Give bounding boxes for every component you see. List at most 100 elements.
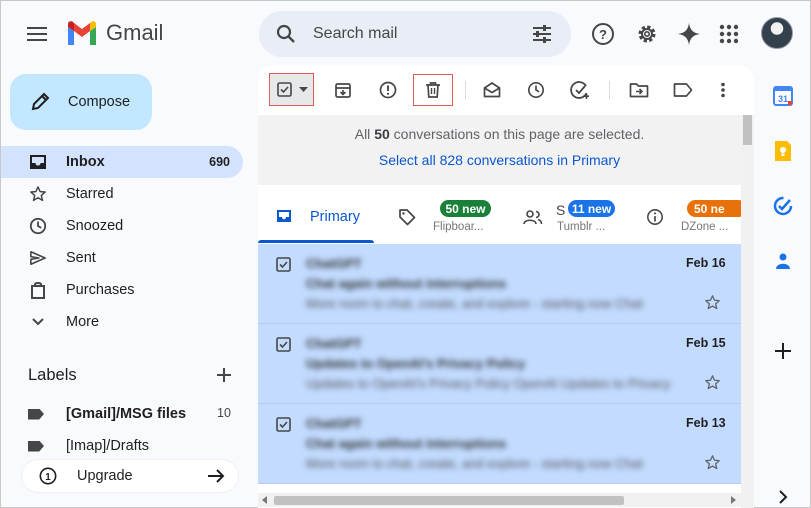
upgrade-label: Upgrade bbox=[77, 468, 133, 484]
star-outline-icon[interactable] bbox=[704, 454, 721, 471]
email-date: Feb 13 bbox=[686, 416, 726, 430]
sidebar-item-starred[interactable]: Starred bbox=[1, 178, 243, 210]
keep-notes-icon[interactable] bbox=[771, 139, 795, 163]
selection-banner: All 50 conversations on this page are se… bbox=[258, 115, 741, 185]
select-all-link[interactable]: Select all 828 conversations in Primary bbox=[258, 152, 741, 168]
compose-button[interactable]: Compose bbox=[10, 74, 152, 130]
email-subject: Chat again without interruptions bbox=[306, 276, 507, 291]
tab-label-partial: S bbox=[556, 202, 566, 218]
tab-preview-sender: Flipboar... bbox=[433, 221, 484, 233]
scroll-right-icon[interactable] bbox=[730, 496, 736, 504]
get-addons-plus-icon[interactable] bbox=[771, 339, 795, 363]
account-avatar[interactable] bbox=[761, 17, 793, 49]
scrollbar-thumb[interactable] bbox=[743, 115, 752, 145]
mail-list-panel: All 50 conversations on this page are se… bbox=[258, 65, 754, 508]
sidebar-item-inbox[interactable]: Inbox 690 bbox=[1, 146, 243, 178]
bag-icon bbox=[28, 281, 48, 299]
row-checkbox-checked-icon[interactable] bbox=[276, 257, 291, 272]
clock-icon bbox=[28, 217, 48, 235]
top-bar: Gmail Search mail ? bbox=[1, 1, 811, 65]
sidebar-item-label: Purchases bbox=[66, 282, 135, 298]
report-spam-icon[interactable] bbox=[375, 77, 401, 103]
apps-grid-icon[interactable] bbox=[716, 21, 742, 47]
sidebar-item-purchases[interactable]: Purchases bbox=[1, 274, 243, 306]
chevron-right-icon[interactable] bbox=[771, 485, 795, 508]
email-row[interactable]: ChatGPT Chat again without interruptions… bbox=[258, 404, 741, 484]
gmail-logo[interactable]: Gmail bbox=[66, 20, 163, 46]
new-count-badge: 50 ne bbox=[687, 200, 741, 217]
tab-promotions[interactable]: 50 new Flipboar... bbox=[388, 189, 498, 244]
label-item-msg-files[interactable]: [Gmail]/MSG files bbox=[28, 402, 186, 426]
send-icon bbox=[28, 250, 48, 266]
delete-button[interactable] bbox=[413, 74, 453, 106]
email-sender: ChatGPT bbox=[306, 256, 362, 271]
search-bar[interactable]: Search mail bbox=[259, 11, 571, 57]
email-sender: ChatGPT bbox=[306, 416, 362, 431]
snooze-clock-icon[interactable] bbox=[523, 77, 549, 103]
checkbox-checked-icon[interactable] bbox=[277, 82, 292, 97]
archive-icon[interactable] bbox=[330, 77, 356, 103]
star-icon bbox=[28, 185, 48, 203]
email-snippet: Updates to OpenAI's Privacy Policy OpenA… bbox=[306, 376, 671, 391]
vertical-scrollbar[interactable] bbox=[741, 115, 754, 508]
add-to-tasks-icon[interactable] bbox=[567, 77, 593, 103]
labels-heading: Labels bbox=[28, 366, 77, 384]
mark-as-read-icon[interactable] bbox=[479, 77, 505, 103]
label-tag-icon bbox=[28, 440, 44, 452]
star-outline-icon[interactable] bbox=[704, 294, 721, 311]
select-all-dropdown[interactable] bbox=[269, 73, 314, 106]
tab-social[interactable]: S 11 new Tumblr ... bbox=[520, 189, 630, 244]
move-to-folder-icon[interactable] bbox=[626, 77, 652, 103]
upgrade-button[interactable]: 1 Upgrade bbox=[22, 460, 238, 492]
tab-updates[interactable]: 50 ne DZone ... bbox=[644, 189, 741, 244]
tab-preview-sender: Tumblr ... bbox=[557, 221, 606, 233]
search-options-icon[interactable] bbox=[531, 23, 553, 45]
more-options-icon[interactable] bbox=[710, 77, 736, 103]
new-count-badge: 50 new bbox=[440, 200, 491, 217]
label-icon[interactable] bbox=[670, 77, 696, 103]
main-menu-icon[interactable] bbox=[19, 19, 55, 49]
scrollbar-thumb[interactable] bbox=[274, 496, 624, 505]
scroll-left-icon[interactable] bbox=[262, 496, 268, 504]
svg-text:1: 1 bbox=[45, 472, 51, 483]
toolbar-divider bbox=[465, 81, 466, 99]
label-item-drafts[interactable]: [Imap]/Drafts bbox=[28, 434, 149, 458]
label-count: 10 bbox=[217, 406, 231, 420]
help-icon[interactable]: ? bbox=[590, 21, 616, 47]
tasks-icon[interactable] bbox=[771, 194, 795, 218]
sidebar-item-snoozed[interactable]: Snoozed bbox=[1, 210, 243, 242]
sidebar-item-sent[interactable]: Sent bbox=[1, 242, 243, 274]
email-row[interactable]: ChatGPT Chat again without interruptions… bbox=[258, 244, 741, 324]
tag-icon bbox=[398, 208, 416, 226]
contacts-icon[interactable] bbox=[771, 249, 795, 273]
chevron-down-icon bbox=[28, 317, 48, 327]
sidebar-item-more[interactable]: More bbox=[1, 306, 243, 338]
row-checkbox-checked-icon[interactable] bbox=[276, 337, 291, 352]
trash-icon[interactable] bbox=[425, 81, 441, 99]
row-checkbox-checked-icon[interactable] bbox=[276, 417, 291, 432]
selection-status: All 50 conversations on this page are se… bbox=[258, 126, 741, 142]
star-outline-icon[interactable] bbox=[704, 374, 721, 391]
search-icon[interactable] bbox=[275, 23, 297, 45]
label-tag-icon bbox=[28, 408, 44, 420]
pencil-icon bbox=[30, 92, 50, 112]
gemini-sparkle-icon[interactable] bbox=[676, 21, 702, 47]
add-label-icon[interactable] bbox=[214, 365, 234, 385]
email-snippet: More room to chat, create, and explore -… bbox=[306, 296, 643, 311]
caret-down-icon[interactable] bbox=[299, 87, 308, 93]
compose-label: Compose bbox=[68, 94, 131, 110]
horizontal-scrollbar[interactable] bbox=[258, 493, 741, 507]
sidebar-item-label: More bbox=[66, 314, 100, 330]
search-input[interactable]: Search mail bbox=[313, 25, 397, 43]
settings-gear-icon[interactable] bbox=[634, 21, 660, 47]
tab-primary[interactable]: Primary bbox=[258, 189, 374, 244]
email-subject: Chat again without interruptions bbox=[306, 436, 507, 451]
category-tabs: Primary 50 new Flipboar... S 11 new Tumb… bbox=[258, 189, 741, 244]
email-sender: ChatGPT bbox=[306, 336, 362, 351]
new-count-badge: 11 new bbox=[568, 200, 615, 217]
svg-text:31: 31 bbox=[778, 94, 788, 104]
calendar-icon[interactable]: 31 bbox=[771, 84, 795, 108]
email-date: Feb 15 bbox=[686, 336, 726, 350]
email-subject: Updates to OpenAI's Privacy Policy bbox=[306, 356, 526, 371]
email-row[interactable]: ChatGPT Updates to OpenAI's Privacy Poli… bbox=[258, 324, 741, 404]
